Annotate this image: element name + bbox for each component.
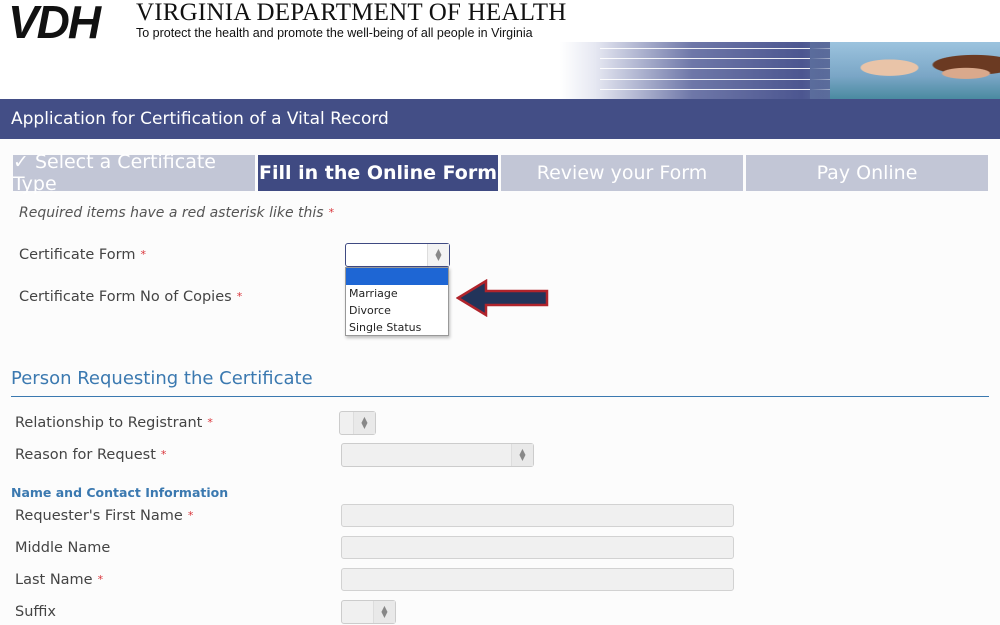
required-asterisk: * (160, 448, 167, 461)
last-name-label: Last Name * (15, 572, 103, 588)
required-asterisk: * (328, 206, 335, 219)
dropdown-option-blank[interactable] (346, 268, 448, 285)
family-photo (830, 42, 1000, 99)
site-header: VDH VIRGINIA DEPARTMENT OF HEALTH To pro… (0, 0, 1000, 100)
step-pay-online: Pay Online (746, 155, 988, 191)
certificate-form-label-text: Certificate Form (19, 247, 136, 263)
last-name-label-text: Last Name (15, 572, 93, 588)
header-banner-image (560, 42, 1000, 99)
certificate-form-label: Certificate Form * (19, 247, 146, 263)
relationship-label: Relationship to Registrant * (15, 415, 213, 431)
certificate-form-select[interactable]: ▲ ▼ (345, 243, 450, 267)
section-divider (11, 396, 989, 397)
certificate-copies-label-text: Certificate Form No of Copies (19, 289, 232, 305)
last-name-input[interactable] (341, 568, 734, 591)
select-arrows-icon: ▲ ▼ (353, 412, 375, 434)
reason-select[interactable]: ▲ ▼ (341, 443, 534, 467)
org-name: VIRGINIA DEPARTMENT OF HEALTH (136, 0, 567, 26)
select-arrows-icon: ▲ ▼ (427, 244, 449, 266)
required-asterisk: * (207, 416, 213, 429)
tagline: To protect the health and promote the we… (136, 26, 533, 40)
select-arrows-icon: ▲ ▼ (511, 444, 533, 466)
relationship-label-text: Relationship to Registrant (15, 415, 203, 431)
required-asterisk: * (97, 573, 104, 586)
dropdown-option-divorce[interactable]: Divorce (346, 302, 448, 319)
select-arrows-icon: ▲ ▼ (373, 601, 395, 623)
middle-name-label: Middle Name (15, 540, 111, 556)
first-name-label-text: Requester's First Name (15, 508, 183, 524)
step-fill-online-form[interactable]: Fill in the Online Form (258, 155, 498, 191)
title-bar: Application for Certification of a Vital… (0, 99, 1000, 139)
suffix-select[interactable]: ▲ ▼ (341, 600, 396, 624)
step-review-form: Review your Form (501, 155, 743, 191)
reason-label-text: Reason for Request (15, 447, 156, 463)
reason-label: Reason for Request * (15, 447, 166, 463)
first-name-label: Requester's First Name * (15, 508, 193, 524)
dropdown-option-marriage[interactable]: Marriage (346, 285, 448, 302)
section-title-person-requesting: Person Requesting the Certificate (11, 368, 313, 389)
certificate-copies-label: Certificate Form No of Copies * (19, 289, 242, 305)
required-note-text: Required items have a red asterisk like … (19, 205, 324, 221)
progress-steps: ✓ Select a Certificate Type Fill in the … (13, 151, 988, 195)
page-title: Application for Certification of a Vital… (11, 109, 389, 129)
step-select-certificate-type[interactable]: ✓ Select a Certificate Type (13, 151, 255, 195)
required-note: Required items have a red asterisk like … (19, 205, 334, 221)
dropdown-option-single-status[interactable]: Single Status (346, 319, 448, 336)
relationship-select[interactable]: ▲ ▼ (339, 411, 376, 435)
left-arrow-icon (456, 279, 549, 317)
first-name-input[interactable] (341, 504, 734, 527)
subsection-title-name-contact: Name and Contact Information (11, 485, 229, 500)
required-asterisk: * (140, 248, 146, 261)
vdh-logo[interactable]: VDH (8, 0, 101, 45)
middle-name-input[interactable] (341, 536, 734, 559)
required-asterisk: * (187, 509, 194, 522)
required-asterisk: * (236, 290, 243, 303)
certificate-form-dropdown-list: Marriage Divorce Single Status (345, 267, 449, 336)
suffix-label: Suffix (15, 604, 56, 620)
